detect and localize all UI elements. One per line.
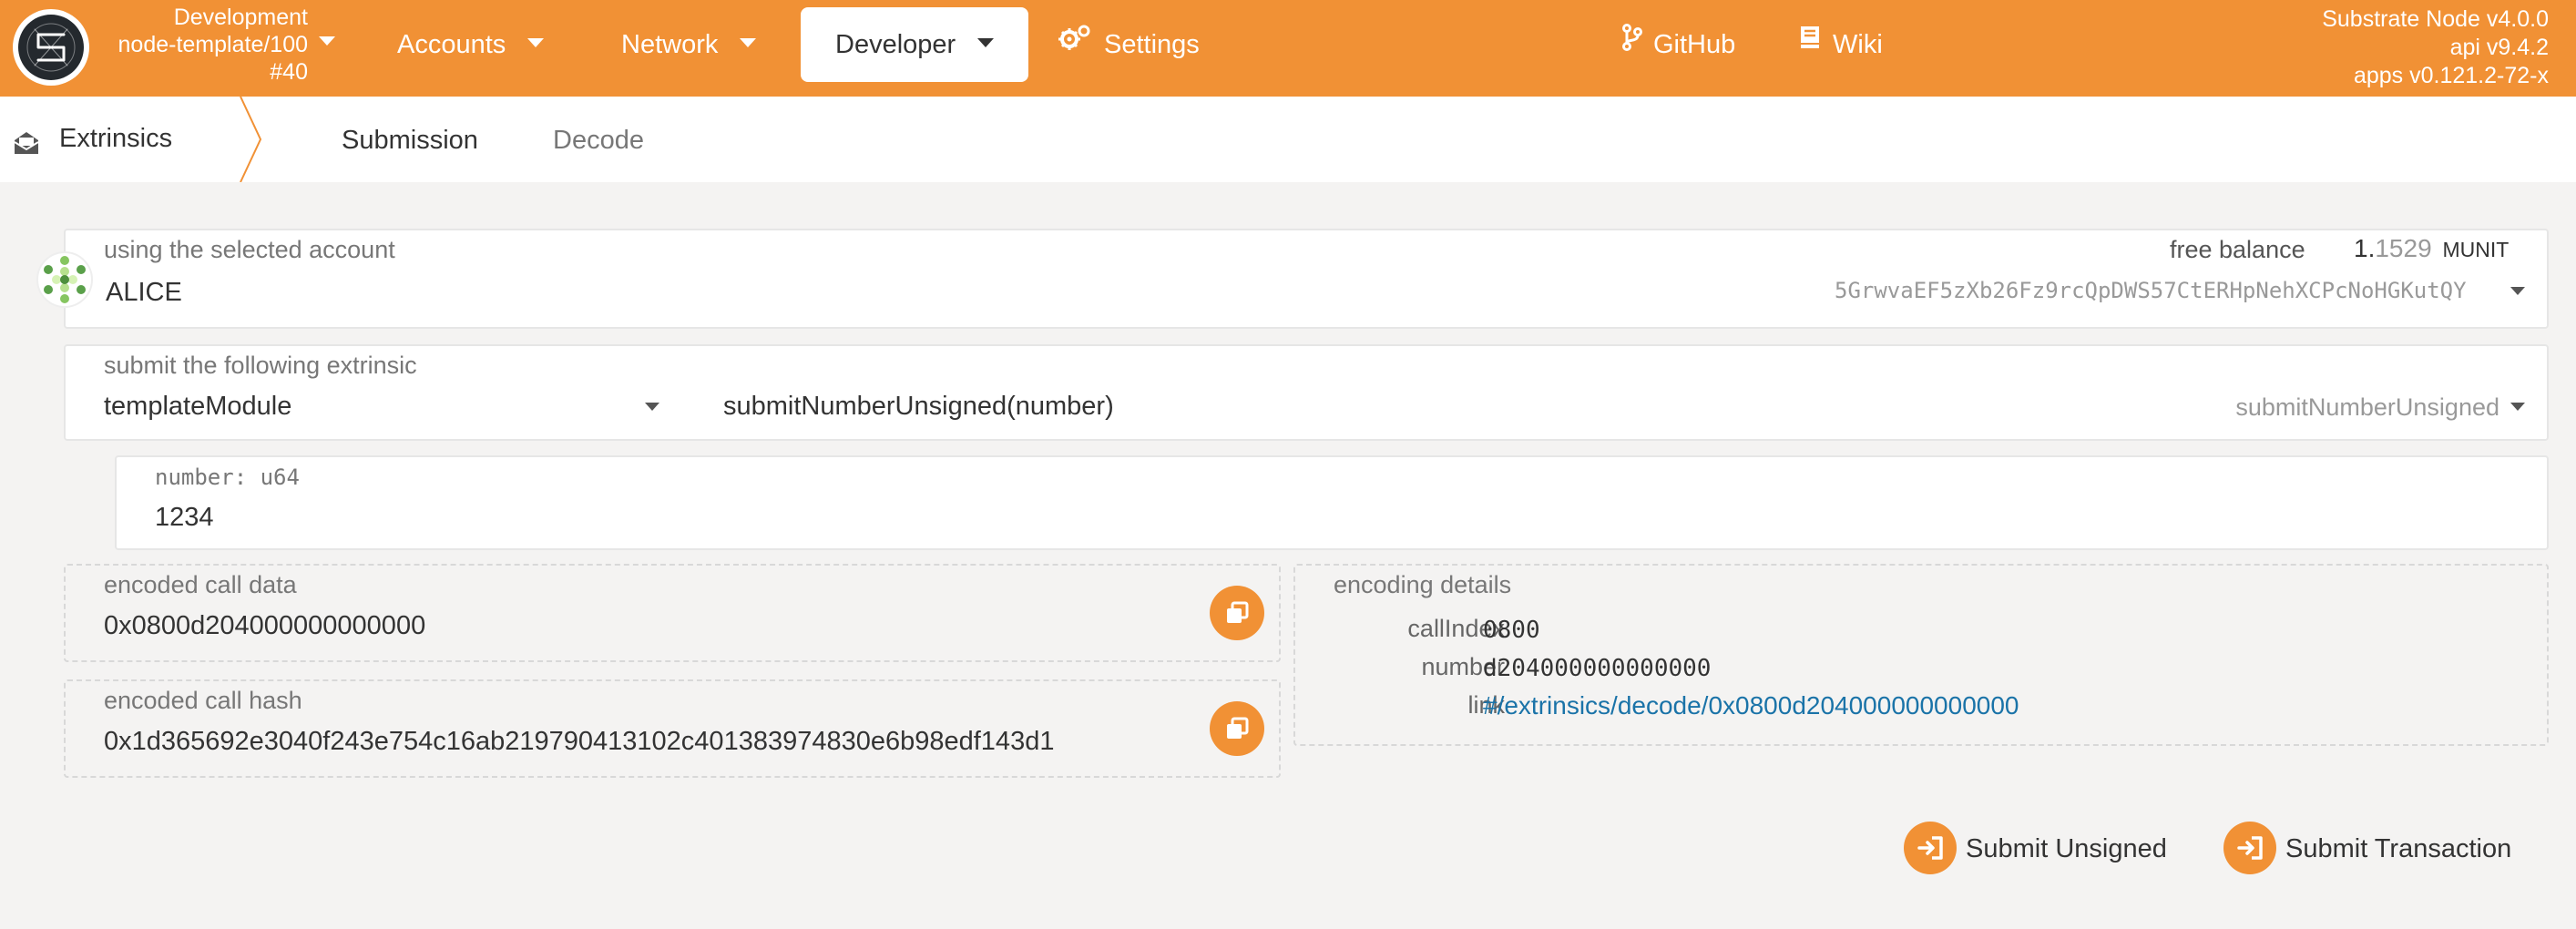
extrinsic-label: submit the following extrinsic: [104, 352, 417, 379]
encoded-call-data-value: 0x0800d204000000000000: [104, 611, 426, 640]
envelope-open-icon: [13, 129, 40, 161]
chain-selector[interactable]: Development node-template/100 #40: [98, 4, 308, 86]
number-value: d204000000000000: [1483, 655, 1712, 682]
encoded-call-hash-label: encoded call hash: [104, 687, 302, 714]
caret-down-icon: [740, 38, 757, 48]
free-balance-value: 1.1529 MUNIT: [2354, 234, 2509, 263]
nav-wiki[interactable]: Wiki: [1798, 7, 1883, 82]
nav-wiki-label: Wiki: [1833, 30, 1883, 59]
sub-navbar: Extrinsics Submission Decode: [0, 97, 2576, 182]
link-key: link: [1467, 691, 1505, 719]
copy-icon: [1227, 601, 1249, 623]
encoding-details-panel: encoding details callIndex 0800 number d…: [1293, 564, 2549, 746]
node-version: Substrate Node v4.0.0: [2322, 6, 2549, 32]
chain-runtime: node-template/100: [118, 32, 308, 57]
nav-network-label: Network: [621, 30, 719, 59]
submit-transaction-button[interactable]: Submit Transaction: [2223, 822, 2533, 876]
call-index-key: callIndex: [1407, 615, 1505, 642]
balance-fraction: 1529: [2375, 234, 2432, 262]
balance-unit: MUNIT: [2442, 238, 2510, 261]
chain-dropdown-caret-icon[interactable]: [319, 36, 335, 46]
book-icon: [1798, 5, 1822, 80]
section-title: Extrinsics: [59, 124, 173, 153]
encoded-call-hash-panel: encoded call hash 0x1d365692e3040f243e75…: [64, 679, 1281, 778]
decode-link[interactable]: #/extrinsics/decode/0x0800d2040000000000…: [1483, 691, 2019, 720]
submit-unsigned-label: Submit Unsigned: [1966, 834, 2167, 863]
param-value[interactable]: 1234: [155, 503, 214, 533]
active-tab-indicator: [369, 83, 450, 87]
submit-unsigned-button[interactable]: Submit Unsigned: [1904, 822, 2177, 876]
module-dropdown[interactable]: templateModule: [66, 383, 676, 437]
tab-decode[interactable]: Decode: [553, 126, 644, 156]
encoded-call-data-panel: encoded call data 0x0800d204000000000000: [64, 564, 1281, 662]
nav-settings-label: Settings: [1104, 30, 1200, 59]
api-version: api v9.4.2: [2449, 35, 2549, 60]
nav-developer[interactable]: Developer: [801, 7, 1029, 82]
sign-in-icon: [1917, 836, 1943, 860]
module-value: templateModule: [104, 392, 292, 421]
apps-version: apps v0.121.2-72-x: [2353, 63, 2549, 88]
copy-icon: [1227, 717, 1249, 739]
call-name: submitNumberUnsigned: [2235, 393, 2499, 421]
chain-name: Development: [173, 5, 308, 30]
copy-call-data-button[interactable]: [1210, 586, 1264, 640]
caret-down-icon: [977, 38, 995, 48]
balance-integer: 1.: [2354, 234, 2376, 262]
nav-github-label: GitHub: [1653, 30, 1736, 59]
chain-block: #40: [270, 59, 308, 85]
account-dropdown-caret-icon[interactable]: [2510, 287, 2525, 295]
code-branch-icon: [1622, 5, 1642, 80]
extrinsic-selector: submit the following extrinsic templateM…: [64, 344, 2549, 441]
param-label: number: u64: [155, 464, 300, 490]
call-dropdown[interactable]: submitNumberUnsigned(number) submitNumbe…: [703, 383, 2547, 437]
caret-down-icon: [527, 38, 545, 48]
number-param-field[interactable]: number: u64 1234: [115, 455, 2549, 550]
account-address: 5GrwvaEF5zXb26Fz9rcQpDWS57CtERHpNehXCPcN…: [1835, 278, 2467, 303]
nav-accounts-label: Accounts: [397, 30, 506, 59]
account-selector[interactable]: using the selected account ALICE free ba…: [64, 229, 2549, 329]
substrate-logo-icon[interactable]: [13, 9, 89, 86]
call-signature: submitNumberUnsigned(number): [723, 392, 1114, 421]
sign-in-icon: [2237, 836, 2263, 860]
node-version-info: Substrate Node v4.0.0 api v9.4.2 apps v0…: [2322, 5, 2549, 90]
nav-network[interactable]: Network: [621, 7, 757, 82]
nav-github[interactable]: GitHub: [1622, 7, 1735, 82]
encoding-details-label: encoding details: [1334, 571, 1512, 598]
nav-settings[interactable]: Settings: [1058, 7, 1200, 82]
encoded-call-hash-value: 0x1d365692e3040f243e754c16ab219790413102…: [104, 727, 1055, 756]
account-label: using the selected account: [104, 236, 395, 263]
call-index-value: 0800: [1483, 617, 1540, 644]
tab-submission[interactable]: Submission: [342, 126, 478, 156]
submit-transaction-label: Submit Transaction: [2285, 834, 2512, 863]
gears-icon: [1058, 5, 1091, 80]
nav-developer-label: Developer: [835, 30, 956, 59]
nav-accounts[interactable]: Accounts: [397, 7, 545, 82]
chevron-separator-icon: [240, 97, 262, 182]
copy-call-hash-button[interactable]: [1210, 701, 1264, 756]
free-balance-label: free balance: [2170, 236, 2305, 263]
module-caret-icon: [645, 403, 659, 411]
number-key: number: [1421, 653, 1505, 680]
call-caret-icon: [2510, 403, 2525, 411]
encoded-call-data-label: encoded call data: [104, 571, 297, 598]
account-name: ALICE: [106, 278, 182, 307]
account-identicon-avatar: [36, 251, 93, 308]
